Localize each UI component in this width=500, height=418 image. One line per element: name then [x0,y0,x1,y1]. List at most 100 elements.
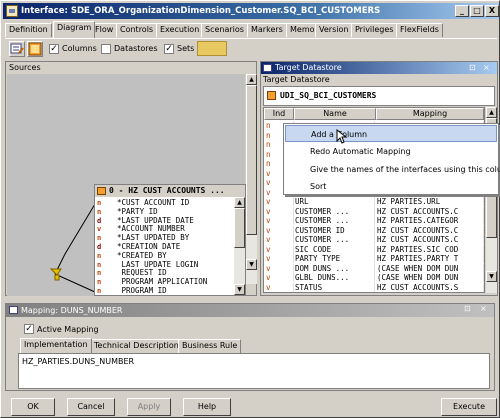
maximize-button[interactable]: □ [470,5,484,17]
target-panel-titlebar[interactable]: Target Datastore ⊡ × [261,62,497,74]
menu-item-interfaces-using-column[interactable]: Give the names of the interfaces using t… [285,161,500,178]
mapping-expression-editor[interactable]: HZ_PARTIES.DUNS_NUMBER [18,353,490,389]
source-column-row[interactable]: n PROGRAM APPLICATION [97,277,207,286]
source-column-row[interactable]: n *LAST UPDATED BY [97,233,189,242]
tab-definition[interactable]: Definition [5,23,52,37]
target-column-mapping[interactable]: HZ PARTIES.CATEGOR [377,216,484,225]
scroll-up-icon[interactable]: ▲ [486,107,497,118]
mapping-titlebar[interactable]: Mapping: DUNS_NUMBER ⊡ × [6,304,494,317]
target-column-mapping[interactable]: (CASE WHEN DOM DUN [377,273,484,282]
float-panel-icon[interactable]: ⊡ [469,62,476,74]
tab-markers[interactable]: Markers [247,23,287,37]
target-column-name[interactable]: SIC CODE [295,244,375,254]
target-column-mapping[interactable]: HZ CUST ACCOUNTS.S [377,282,484,292]
source-column-row[interactable]: n PROGRAM ID [97,286,167,295]
tab-diagram[interactable]: Diagram [53,21,96,38]
target-datastore-header[interactable]: UDI_SQ_BCI_CUSTOMERS [263,86,495,106]
source-scrollbar[interactable]: ▲ ▼ [234,197,245,295]
column-header-name[interactable]: Name [294,108,376,120]
target-column-mapping[interactable]: HZ PARTIES.URL [377,197,484,206]
target-column-name[interactable]: GLBL DUNS... [295,273,375,282]
source-datastore-hz-cust-accounts[interactable]: 0 - HZ CUST ACCOUNTS ... n *CUST ACCOUNT … [94,184,246,296]
target-column-name[interactable]: DOM DUNS ... [295,263,375,273]
ok-button[interactable]: OK [11,398,55,416]
column-header-ind[interactable]: Ind [264,108,294,120]
scroll-up-icon[interactable]: ▲ [246,74,257,85]
tab-technical-description[interactable]: Technical Description [90,339,183,353]
sources-canvas[interactable]: 0 - HZ CUST ACCOUNTS ... n *CUST ACCOUNT … [7,74,246,296]
close-panel-icon[interactable]: × [480,304,487,313]
target-column-name[interactable]: STATUS [295,282,375,292]
tab-controls[interactable]: Controls [116,23,158,37]
close-button[interactable]: X [485,5,499,17]
target-column-mapping[interactable]: HZ CUST ACCOUNTS.C [377,235,484,244]
source-column-row[interactable]: d *CREATION DATE [97,242,180,251]
float-panel-icon[interactable]: ⊡ [464,304,471,313]
menu-item-add-column[interactable]: Add a Column [285,125,497,142]
scroll-down-icon[interactable]: ▼ [234,284,245,295]
target-column-ind[interactable]: v [266,197,294,206]
target-column-name[interactable]: PARTY TYPE [295,254,375,263]
close-panel-icon[interactable]: × [483,62,490,74]
apply-button[interactable]: Apply [127,398,171,416]
target-column-ind[interactable]: v [266,263,294,273]
scroll-down-icon[interactable]: ▼ [486,271,497,282]
source-column-row[interactable]: d *LAST UPDATE DATE [97,216,194,225]
columns-checkbox[interactable]: ✓ [49,44,59,54]
target-column-ind[interactable]: v [266,206,294,216]
title-bar[interactable]: Interface: SDE_ORA_OrganizationDimension… [3,3,499,19]
target-column-name[interactable]: CUSTOMER ... [295,235,375,244]
context-menu: Add a Column Redo Automatic Mapping Give… [283,123,500,195]
target-column-ind[interactable]: v [266,254,294,263]
datastores-checkbox[interactable] [101,44,111,54]
target-column-mapping[interactable]: HZ PARTIES.SIC COD [377,244,484,254]
help-button[interactable]: Help [183,398,231,416]
column-header-mapping[interactable]: Mapping [376,108,484,120]
target-column-mapping[interactable]: HZ CUST ACCOUNTS.C [377,206,484,216]
tab-execution[interactable]: Execution [156,23,204,37]
scroll-thumb[interactable] [246,85,257,235]
source-column-row[interactable]: n *PARTY ID [97,207,158,216]
source-column-row[interactable]: n *CREATED BY [97,251,167,260]
source-column-name: *CUST ACCOUNT ID [117,198,190,207]
target-column-ind[interactable]: v [266,273,294,282]
tab-flexfields[interactable]: FlexFields [396,23,443,37]
tab-scenarios[interactable]: Scenarios [201,23,248,37]
target-column-mapping[interactable]: HZ PARTIES.PARTY T [377,254,484,263]
tab-business-rule[interactable]: Business Rule [178,339,242,353]
source-column-row[interactable]: n LAST UPDATE LOGIN [97,260,198,269]
target-column-ind[interactable]: v [266,216,294,225]
target-column-mapping[interactable]: HZ CUST ACCOUNTS.C [377,225,484,235]
active-mapping-checkbox[interactable]: ✓ [24,324,34,334]
target-column-name[interactable]: CUSTOMER ... [295,206,375,216]
source-column-row[interactable]: n *CUST ACCOUNT ID [97,198,189,207]
tab-memo[interactable]: Memo [286,23,319,37]
target-column-ind[interactable]: v [266,244,294,254]
menu-item-sort[interactable]: Sort [285,178,497,195]
target-column-ind[interactable]: v [266,225,294,235]
tab-privileges[interactable]: Privileges [351,23,398,37]
scroll-thumb[interactable] [234,208,245,248]
target-column-ind[interactable]: v [266,235,294,244]
scroll-up-icon[interactable]: ▲ [234,197,245,208]
target-column-ind[interactable]: v [266,282,294,292]
tab-version[interactable]: Version [315,23,353,37]
source-column-row[interactable]: n REQUEST ID [97,268,167,277]
dataset-icon[interactable] [27,41,43,57]
menu-item-redo-automatic-mapping[interactable]: Redo Automatic Mapping [285,143,497,160]
scroll-down-icon[interactable]: ▼ [246,259,257,270]
target-panel-title: Target Datastore [275,63,342,72]
sources-vscroll[interactable]: ▲ ▼ [246,74,257,284]
source-datastore-title[interactable]: 0 - HZ CUST ACCOUNTS ... [95,185,245,197]
target-column-name[interactable]: CUSTOMER ... [295,216,375,225]
tab-implementation[interactable]: Implementation [20,338,92,353]
target-column-mapping[interactable]: (CASE WHEN DOM DUN [377,263,484,273]
target-column-name[interactable]: CUSTOMER ID [295,225,375,235]
target-column-name[interactable]: URL [295,197,375,206]
execute-button[interactable]: Execute [441,398,497,416]
cancel-button[interactable]: Cancel [67,398,115,416]
diagram-edit-icon[interactable] [9,41,25,57]
source-column-row[interactable]: v *ACCOUNT NUMBER [97,224,185,233]
minimize-button[interactable]: _ [455,5,469,17]
sets-checkbox[interactable]: ✓ [164,44,174,54]
